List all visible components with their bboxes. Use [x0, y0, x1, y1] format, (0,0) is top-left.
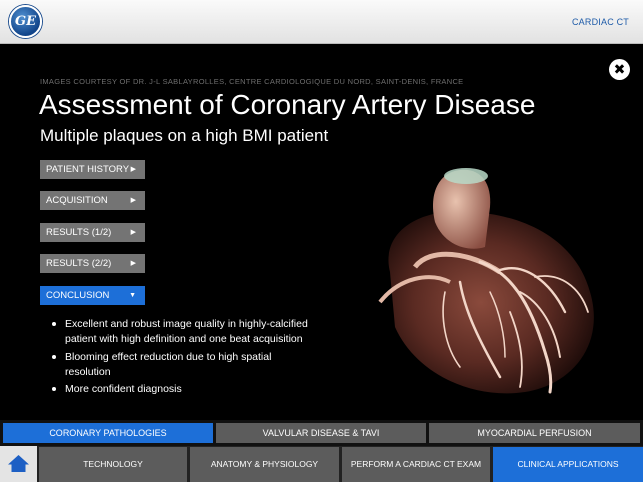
page-subtitle: Multiple plaques on a high BMI patient [40, 126, 329, 145]
accordion-conclusion[interactable]: CONCLUSION ▼ [40, 286, 145, 305]
arrow-right-icon: ▶ [130, 197, 136, 204]
accordion-label: RESULTS (2/2) [46, 258, 112, 269]
accordion-results-2[interactable]: RESULTS (2/2) ▶ [40, 254, 145, 273]
nav-technology[interactable]: TECHNOLOGY [39, 447, 187, 482]
page-title: Assessment of Coronary Artery Disease [39, 89, 536, 120]
tab-myocardial-perfusion[interactable]: MYOCARDIAL PERFUSION [429, 423, 640, 443]
home-button[interactable] [0, 446, 37, 482]
nav-clinical-applications[interactable]: CLINICAL APPLICATIONS [493, 447, 643, 482]
nav-perform-exam[interactable]: PERFORM A CARDIAC CT EXAM [342, 447, 490, 482]
bottom-nav: TECHNOLOGY ANATOMY & PHYSIOLOGY PERFORM … [0, 446, 643, 482]
ge-logo: GE [9, 5, 42, 38]
list-item: Blooming effect reduction due to high sp… [52, 350, 317, 380]
arrow-right-icon: ▶ [130, 260, 136, 267]
tab-valvular-disease[interactable]: VALVULAR DISEASE & TAVI [216, 423, 426, 443]
home-icon [8, 455, 29, 472]
conclusion-list: Excellent and robust image quality in hi… [52, 317, 317, 400]
accordion-label: ACQUISITION [46, 195, 108, 206]
section-title: CARDIAC CT [571, 17, 629, 27]
arrow-down-icon: ▼ [129, 292, 136, 299]
main-content: IMAGES COURTESY OF DR. J-L SABLAYROLLES,… [0, 44, 643, 420]
close-icon[interactable]: ✖ [609, 59, 630, 80]
nav-anatomy-physiology[interactable]: ANATOMY & PHYSIOLOGY [190, 447, 339, 482]
sub-tab-bar: CORONARY PATHOLOGIES VALVULAR DISEASE & … [0, 420, 643, 446]
accordion-label: CONCLUSION [46, 290, 110, 301]
accordion-results-1[interactable]: RESULTS (1/2) ▶ [40, 223, 145, 242]
tab-coronary-pathologies[interactable]: CORONARY PATHOLOGIES [3, 423, 213, 443]
image-credit: IMAGES COURTESY OF DR. J-L SABLAYROLLES,… [40, 77, 464, 86]
arrow-right-icon: ▶ [130, 229, 136, 236]
heart-ct-image [378, 168, 594, 394]
accordion-acquisition[interactable]: ACQUISITION ▶ [40, 191, 145, 210]
accordion-label: RESULTS (1/2) [46, 227, 112, 238]
accordion-patient-history[interactable]: PATIENT HISTORY ▶ [40, 160, 145, 179]
list-item: Excellent and robust image quality in hi… [52, 317, 317, 347]
accordion-label: PATIENT HISTORY [46, 164, 130, 175]
top-bar: GE CARDIAC CT [0, 0, 643, 44]
arrow-right-icon: ▶ [130, 166, 136, 173]
list-item: More confident diagnosis [52, 382, 317, 397]
